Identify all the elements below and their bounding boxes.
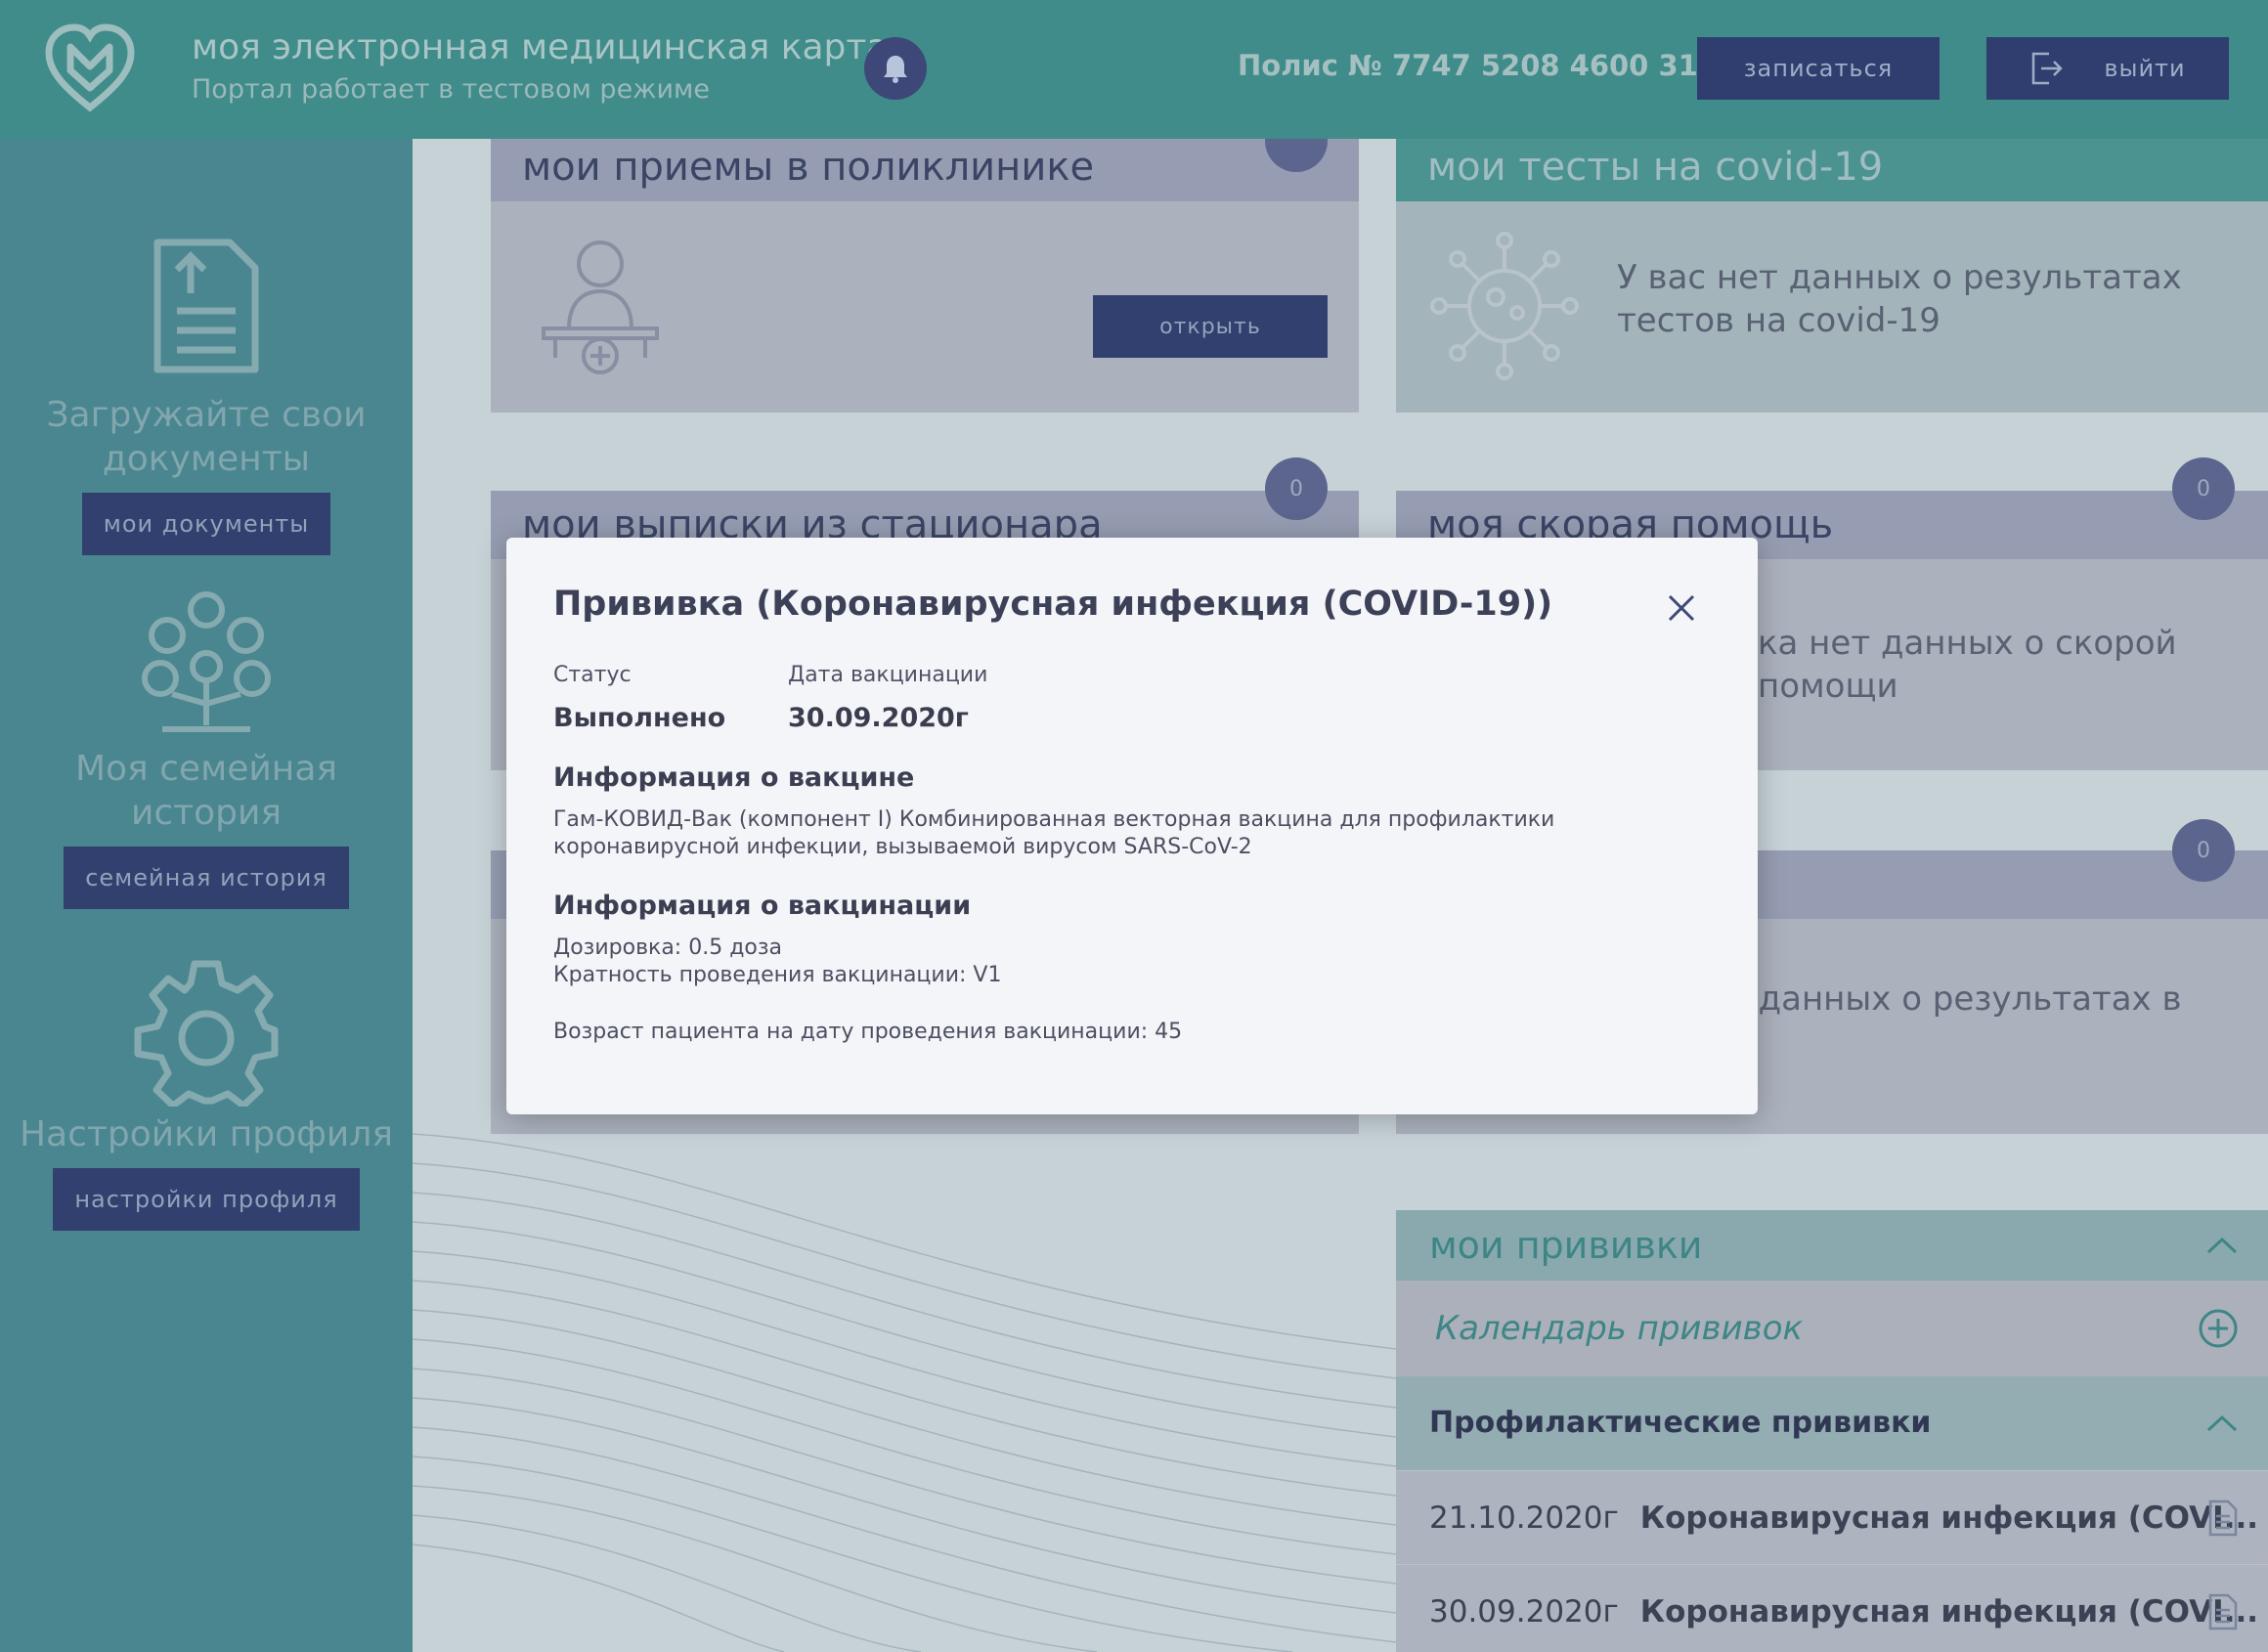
vaccination-date: 21.10.2020г [1429, 1500, 1619, 1536]
vaccination-calendar-label: Календарь прививок [1435, 1309, 1804, 1348]
family-tree-icon [142, 591, 271, 732]
virus-icon [1430, 232, 1579, 380]
family-text: Моя семейная история [74, 749, 338, 833]
gear-icon [134, 960, 279, 1107]
third-right-badge: 0 [2172, 819, 2235, 882]
covid-tests-card: мои тесты на covid-19 У вас нет данных о… [1396, 133, 2268, 413]
background-wave-lines [413, 1133, 1396, 1652]
discharges-badge: 0 [1265, 457, 1328, 520]
docs-text: Загружайте свои документы [46, 395, 367, 479]
vaccination-name: Коронавирусная инфекция (COVI... [1639, 1500, 2259, 1536]
vaccine-info-line: Гам-КОВИД-Вак (компонент I) Комбинирован… [553, 807, 1555, 832]
status-label: Статус [553, 663, 632, 687]
date-column: Дата вакцинации 30.09.2020г [788, 663, 987, 733]
ambulance-badge: 0 [2172, 457, 2235, 520]
vaccination-row[interactable]: 30.09.2020г Коронавирусная инфекция (COVI… [1396, 1564, 2268, 1652]
vaccine-info-text: Гам-КОВИД-Вак (компонент I) Комбинирован… [553, 806, 1711, 861]
document-icon[interactable] [2207, 1592, 2239, 1631]
ambulance-empty-text: ка нет данных о скорой помощи [1758, 624, 2177, 706]
vaccination-info-text: Дозировка: 0.5 доза Кратность проведения… [553, 935, 1711, 989]
open-appointments-button[interactable]: открыть [1093, 295, 1328, 358]
third-right-empty-text: т данных о результатах в [1728, 979, 2182, 1019]
vaccination-name: Коронавирусная инфекция (COVI... [1639, 1594, 2259, 1630]
preventive-vaccinations-label: Профилактические прививки [1429, 1406, 1932, 1440]
multiplicity-text: Кратность проведения вакцинации: V1 [553, 963, 1002, 987]
app-subtitle: Портал работает в тестовом режиме [192, 74, 711, 105]
app-title: моя электронная медицинская карта [192, 27, 889, 67]
modal-title: Прививка (Коронавирусная инфекция (COVID… [553, 585, 1553, 624]
profile-settings-button[interactable]: настройки профиля [53, 1168, 360, 1231]
vaccination-date: 30.09.2020г [1429, 1594, 1619, 1630]
sidebar: Загружайте свои документы мои документы … [0, 139, 413, 1652]
policy-number: Полис № 7747 5208 4600 3101 [1238, 49, 1738, 82]
status-value: Выполнено [553, 703, 726, 733]
logout-icon [2032, 52, 2064, 85]
doctor-icon [542, 240, 659, 374]
covid-tests-empty-text: У вас нет данных о результатах тестов на… [1617, 258, 2182, 340]
vaccination-date-value: 30.09.2020г [788, 703, 969, 733]
vaccine-info-line: коронавирусной инфекции, вызываемой виру… [553, 835, 1252, 859]
vaccination-info-heading: Информация о вакцинации [553, 891, 972, 921]
sidebar-docs: Загружайте свои документы мои документы [0, 237, 413, 555]
exit-label: выйти [2104, 55, 2186, 82]
appointments-card-title: мои приемы в поликлинике [491, 133, 1359, 201]
covid-tests-card-title: мои тесты на covid-19 [1396, 133, 2268, 201]
settings-text: Настройки профиля [19, 1114, 393, 1154]
status-column: Статус Выполнено [553, 663, 788, 733]
exit-button[interactable]: выйти [1986, 37, 2229, 100]
vaccination-row[interactable]: 21.10.2020г Коронавирусная инфекция (COVI… [1396, 1470, 2268, 1564]
dosage-text: Дозировка: 0.5 доза [553, 935, 783, 960]
family-history-button[interactable]: семейная история [64, 847, 349, 909]
vaccination-date-label: Дата вакцинации [788, 663, 988, 687]
heart-logo-icon[interactable] [43, 23, 137, 113]
my-documents-button[interactable]: мои документы [81, 493, 331, 555]
sidebar-family: Моя семейная история семейная история [0, 588, 413, 909]
chevron-up-icon[interactable] [2205, 1413, 2239, 1433]
plus-circle-icon[interactable] [2198, 1308, 2239, 1349]
close-icon[interactable] [1664, 590, 1699, 626]
document-upload-icon [153, 239, 259, 373]
notifications-button[interactable] [864, 37, 927, 100]
vaccination-calendar-row[interactable]: Календарь прививок [1396, 1281, 2268, 1376]
vaccinations-title: мои прививки [1429, 1224, 1703, 1267]
modal-summary: Статус Выполнено Дата вакцинации 30.09.2… [553, 663, 1711, 733]
vaccinations-panel: мои прививки Календарь прививок Профилак… [1396, 1210, 2268, 1652]
chevron-up-icon[interactable] [2205, 1236, 2239, 1255]
sidebar-settings: Настройки профиля настройки профиля [0, 958, 413, 1231]
preventive-vaccinations-header[interactable]: Профилактические прививки [1396, 1376, 2268, 1470]
signup-button[interactable]: записаться [1697, 37, 1940, 100]
top-header: моя электронная медицинская карта Портал… [0, 0, 2268, 139]
appointments-card: мои приемы в поликлинике открыть [491, 133, 1359, 413]
vaccinations-header[interactable]: мои прививки [1396, 1210, 2268, 1281]
vaccination-details-modal: Прививка (Коронавирусная инфекция (COVID… [506, 538, 1758, 1114]
patient-age-text: Возраст пациента на дату проведения вакц… [553, 1020, 1183, 1044]
vaccine-info-heading: Информация о вакцине [553, 762, 915, 793]
signup-label: записаться [1743, 55, 1894, 82]
document-icon[interactable] [2207, 1499, 2239, 1538]
bell-icon [884, 56, 907, 83]
